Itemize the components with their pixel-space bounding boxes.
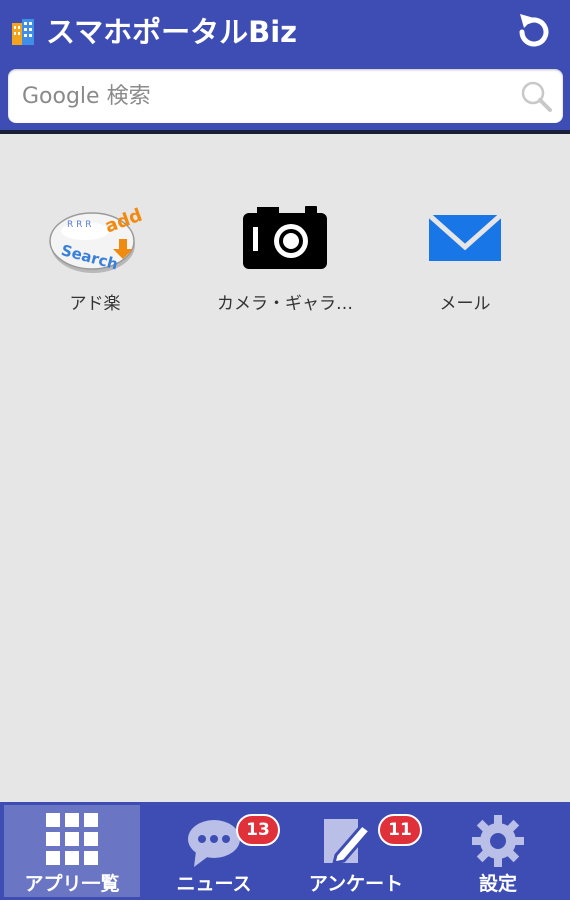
tab-settings[interactable]: 設定 bbox=[430, 805, 566, 897]
tab-survey[interactable]: 11 アンケート bbox=[288, 805, 424, 897]
refresh-icon[interactable] bbox=[512, 10, 556, 54]
app-label: メール bbox=[439, 294, 491, 314]
bottom-nav: アプリ一覧 13 ニュース 11 アンケート 設定 bbox=[0, 802, 570, 900]
survey-badge: 11 bbox=[378, 814, 422, 846]
chat-bubble-icon bbox=[188, 820, 240, 867]
app-tile-camera-gallery[interactable]: カメラ・ギャラ… bbox=[190, 195, 380, 320]
app-title: スマホポータルBiz bbox=[46, 15, 298, 49]
add-search-icon: R R R add Search bbox=[45, 195, 145, 285]
search-bar bbox=[8, 69, 563, 123]
tab-label: 設定 bbox=[478, 873, 517, 895]
tab-label: アプリ一覧 bbox=[24, 873, 120, 895]
app-tile-mail[interactable]: メール bbox=[370, 195, 560, 320]
app-label: カメラ・ギャラ… bbox=[217, 294, 353, 314]
app-tile-adoraku[interactable]: R R R add Search アド楽 bbox=[0, 195, 190, 320]
tab-news[interactable]: 13 ニュース bbox=[146, 805, 282, 897]
search-input[interactable] bbox=[8, 69, 508, 123]
gear-icon bbox=[472, 815, 524, 867]
app-label: アド楽 bbox=[69, 294, 121, 314]
app-header: スマホポータルBiz bbox=[0, 0, 570, 134]
grid-icon bbox=[46, 813, 98, 865]
survey-pen-icon bbox=[323, 819, 373, 865]
svg-text:R R R: R R R bbox=[67, 220, 91, 230]
tab-label: アンケート bbox=[308, 873, 404, 895]
news-badge: 13 bbox=[236, 814, 280, 846]
mail-icon bbox=[415, 195, 515, 285]
tab-label: ニュース bbox=[176, 873, 252, 895]
tab-app-list[interactable]: アプリ一覧 bbox=[4, 805, 140, 897]
search-icon[interactable] bbox=[519, 79, 553, 113]
camera-icon bbox=[235, 195, 335, 285]
building-icon bbox=[12, 19, 34, 45]
